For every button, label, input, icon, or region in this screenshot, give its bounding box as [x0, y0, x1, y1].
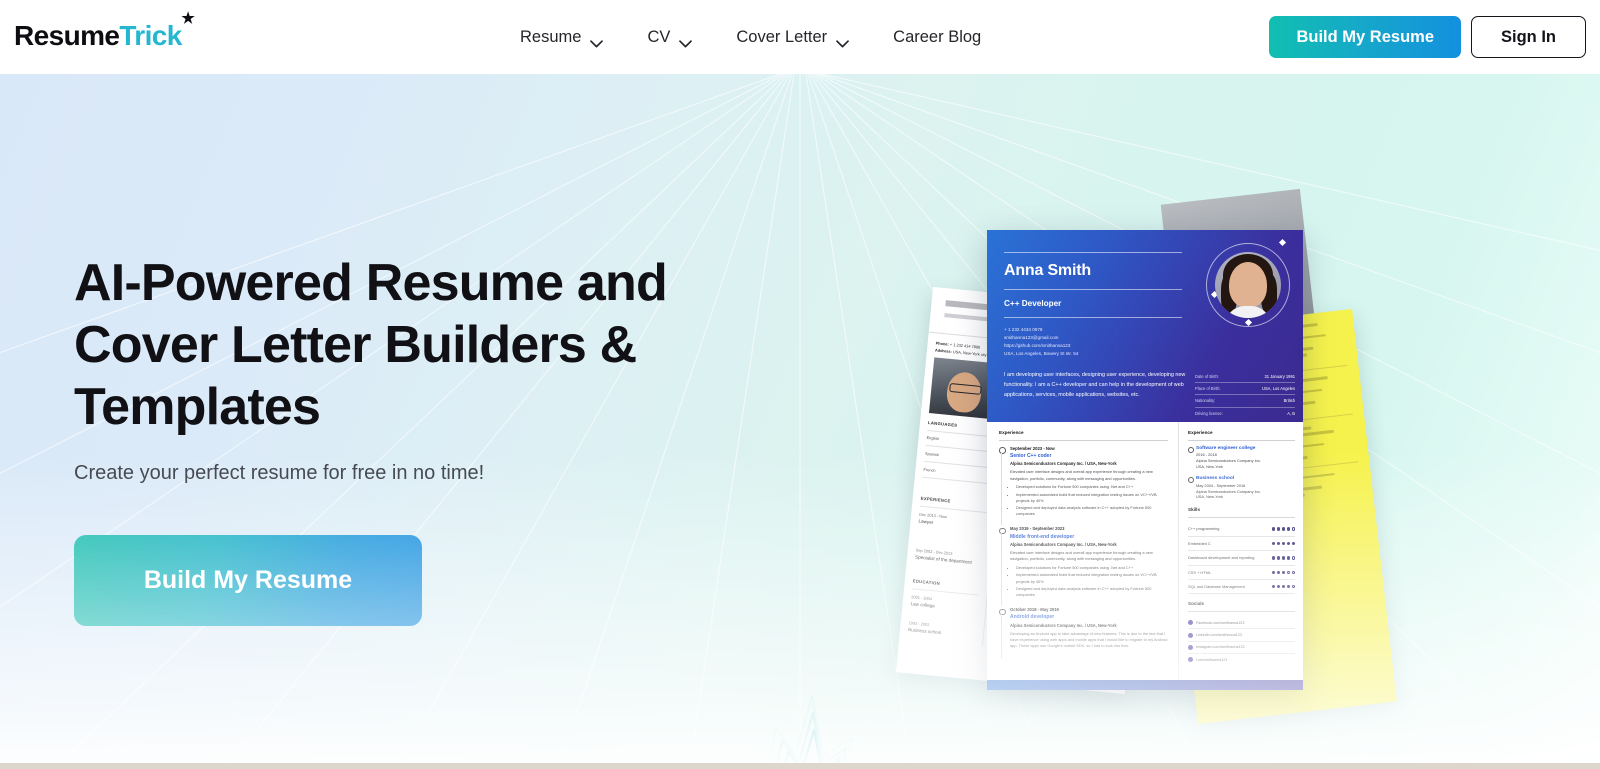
nav-label: CV	[647, 27, 671, 46]
rating-dots	[1271, 584, 1295, 589]
skill-row: C++ programming	[1188, 522, 1295, 537]
main-navigation: Resume CV Cover Letter Career Blog	[520, 0, 981, 74]
language-item: English	[926, 435, 940, 442]
linkedin-icon	[1188, 632, 1193, 638]
sign-in-button[interactable]: Sign In	[1471, 16, 1586, 58]
resume-header-banner: Anna Smith C++ Developer + 1 232 4434 09…	[987, 230, 1303, 422]
rating-dots	[1271, 541, 1295, 546]
logo-text-primary: Resume	[14, 20, 120, 51]
skill-row: Embedded C	[1188, 537, 1295, 552]
rating-dots	[1271, 556, 1295, 560]
social-row: Linkedin.com/smithanna123	[1188, 629, 1295, 642]
avatar	[1215, 252, 1281, 318]
resume-experience-column: Experience September 2023 - Now Senior C…	[987, 422, 1179, 680]
chevron-down-icon	[836, 34, 850, 48]
languages-heading: LANGUAGES	[927, 419, 958, 428]
page-bottom-edge	[0, 763, 1600, 769]
skill-row: CSS + HTML	[1188, 566, 1295, 580]
resume-sidebar-column: Experience Software engineer college 201…	[1179, 422, 1303, 680]
facebook-icon	[1188, 620, 1193, 626]
skill-row: SQL and Database Management	[1188, 580, 1295, 595]
resume-summary: I am developing user interfaces, designi…	[1004, 372, 1186, 398]
hero-section: AI-Powered Resume and Cover Letter Build…	[0, 74, 1600, 763]
resume-contact-phone: + 1 232 4434 0978	[1004, 327, 1043, 333]
detail-row: Driving license: A, B	[1195, 410, 1295, 416]
star-decoration	[767, 694, 854, 763]
chevron-down-icon	[590, 34, 604, 48]
instagram-icon	[1188, 644, 1193, 650]
socials-heading: Socials	[1188, 601, 1205, 607]
resume-templates-illustration: Phone: + 1 232 414 7890 Address: USA, Ne…	[880, 134, 1440, 754]
diamond-decoration	[1278, 238, 1287, 247]
experience-entry: October 2018 - May 2019 Android develope…	[999, 607, 1168, 660]
nav-label: Cover Letter	[736, 27, 828, 46]
chevron-down-icon	[679, 34, 693, 48]
logo-text-accent: Trick ★	[119, 10, 195, 51]
resume-contact-address: USA, Los Angeles, Bowery St str. 54	[1004, 351, 1079, 357]
rating-dots	[1271, 527, 1295, 531]
resume-personal-details: Date of Birth: 31 January 1991 Place of …	[1195, 371, 1303, 420]
detail-row: Place of Birth: USA, Los Angeles	[1195, 383, 1295, 396]
nav-label: Career Blog	[893, 27, 982, 46]
nav-item-career-blog[interactable]: Career Blog	[893, 28, 981, 47]
rating-dots	[1271, 570, 1295, 574]
resume-contact-github: https://github.com/smithanna123	[1004, 343, 1071, 349]
build-my-resume-button-hero[interactable]: Build My Resume	[74, 535, 422, 626]
hero-text-block: AI-Powered Resume and Cover Letter Build…	[74, 252, 794, 626]
star-icon: ★	[181, 10, 195, 27]
education-entry: Business school May 2004 - September 201…	[1188, 476, 1295, 500]
education-entry: Software engineer college 2016 - 2018 Al…	[1188, 446, 1295, 470]
experience-heading: Experience	[999, 430, 1024, 435]
language-item: Spanish	[924, 450, 940, 458]
nav-item-cover-letter[interactable]: Cover Letter	[736, 27, 850, 48]
resume-contact-email: smithanna123@gmail.com	[1004, 335, 1059, 341]
skills-heading: Skills	[1188, 506, 1201, 512]
social-row: t.me/smithanna123	[1188, 654, 1295, 665]
resume-card-main: Anna Smith C++ Developer + 1 232 4434 09…	[987, 230, 1303, 690]
skill-row: Dashboard development and reporting	[1188, 551, 1295, 566]
education-heading: Experience	[1188, 430, 1213, 435]
experience-entry: May 2019 - September 2023 Middle front-e…	[999, 526, 1168, 607]
header-actions: Build My Resume Sign In	[1269, 16, 1586, 58]
telegram-icon	[1188, 657, 1193, 663]
social-row: Instagram.com/smithanna123	[1188, 642, 1295, 655]
detail-row: Date of Birth: 31 January 1991	[1195, 371, 1295, 383]
site-header: ResumeTrick ★ Resume CV Cover Letter Care…	[0, 0, 1600, 74]
resume-footer-bar	[987, 680, 1303, 690]
nav-item-resume[interactable]: Resume	[520, 27, 604, 48]
logo[interactable]: ResumeTrick ★	[14, 10, 195, 53]
white-address-label: Address:	[934, 346, 953, 354]
white-phone-label: Phone:	[935, 340, 950, 347]
language-item: French	[923, 466, 936, 473]
experience-entry: September 2023 - Now Senior C++ coder Al…	[999, 446, 1168, 527]
hero-subtitle: Create your perfect resume for free in n…	[74, 462, 485, 484]
nav-label: Resume	[520, 27, 582, 46]
social-row: Facebook.com/smithanna123	[1188, 617, 1295, 630]
build-my-resume-button-header[interactable]: Build My Resume	[1269, 16, 1461, 58]
detail-row: Nationality: British	[1195, 395, 1295, 408]
nav-item-cv[interactable]: CV	[647, 27, 693, 48]
page-title: AI-Powered Resume and Cover Letter Build…	[74, 254, 668, 436]
